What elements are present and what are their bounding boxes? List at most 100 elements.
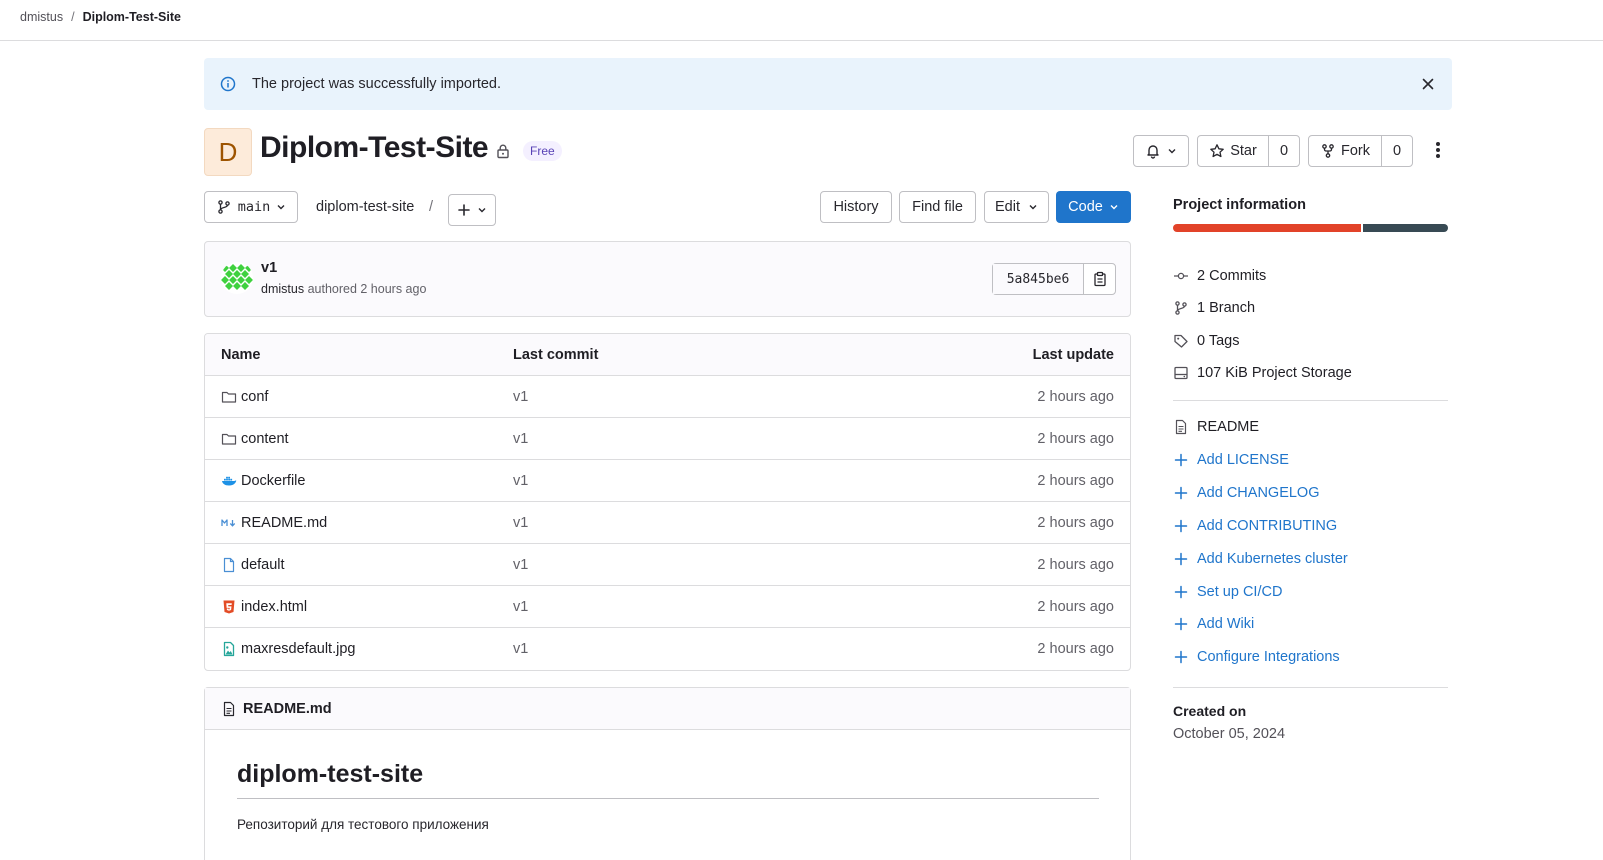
- breadcrumb-separator: /: [71, 10, 75, 24]
- breadcrumb-project[interactable]: Diplom-Test-Site: [83, 10, 181, 24]
- file-name[interactable]: index.html: [241, 599, 307, 615]
- file-name[interactable]: content: [241, 431, 289, 447]
- language-bar[interactable]: [1173, 224, 1448, 232]
- row-update: 2 hours ago: [1037, 430, 1114, 447]
- add-changelog-link[interactable]: Add CHANGELOG: [1173, 485, 1320, 501]
- header-name: Name: [221, 346, 261, 363]
- row-commit[interactable]: v1: [513, 515, 930, 531]
- star-button[interactable]: Star: [1198, 136, 1268, 166]
- branches-link[interactable]: 1 Branch: [1173, 300, 1255, 316]
- readme-filename[interactable]: README.md: [243, 701, 332, 717]
- lock-icon: [497, 144, 509, 159]
- table-row[interactable]: maxresdefault.jpg v1 2 hours ago: [205, 628, 1130, 670]
- commits-link[interactable]: 2 Commits: [1173, 268, 1266, 284]
- history-button[interactable]: History: [820, 191, 892, 223]
- language-bar-segment[interactable]: [1173, 224, 1361, 232]
- table-row[interactable]: content v1 2 hours ago: [205, 418, 1130, 460]
- created-on-label: Created on: [1173, 703, 1247, 719]
- row-commit[interactable]: v1: [513, 641, 930, 657]
- row-name-cell: default: [205, 557, 513, 573]
- fork-label: Fork: [1341, 143, 1370, 159]
- chevron-down-icon: [1110, 205, 1118, 210]
- chevron-down-icon: [478, 208, 486, 213]
- docker-icon: [221, 473, 237, 489]
- commit-icon: [1173, 268, 1189, 284]
- commit-time: authored 2 hours ago: [307, 282, 427, 296]
- plus-icon: [1173, 485, 1189, 501]
- bell-icon: [1147, 145, 1159, 159]
- configure-integrations-label: Configure Integrations: [1197, 649, 1340, 665]
- star-icon: [1210, 144, 1225, 158]
- fork-icon: [1322, 144, 1334, 158]
- fork-button[interactable]: Fork: [1309, 136, 1381, 166]
- more-actions-icon[interactable]: [1430, 140, 1446, 160]
- breadcrumb-owner[interactable]: dmistus: [20, 10, 63, 24]
- file-name[interactable]: default: [241, 557, 285, 573]
- top-bar: dmistus / Diplom-Test-Site: [0, 0, 1603, 41]
- table-row[interactable]: Dockerfile v1 2 hours ago: [205, 460, 1130, 502]
- readme-text: Репозиторий для тестового приложения: [237, 817, 489, 832]
- row-commit[interactable]: v1: [513, 431, 930, 447]
- add-license-link[interactable]: Add LICENSE: [1173, 452, 1289, 468]
- row-update: 2 hours ago: [1037, 514, 1114, 531]
- close-icon[interactable]: [1420, 76, 1436, 92]
- project-avatar[interactable]: D: [204, 128, 252, 176]
- edit-dropdown[interactable]: Edit: [984, 191, 1049, 223]
- row-update: 2 hours ago: [1037, 556, 1114, 573]
- commit-author[interactable]: dmistus: [261, 282, 304, 296]
- plus-icon: [1173, 551, 1189, 567]
- code-label: Code: [1068, 199, 1103, 215]
- table-row[interactable]: conf v1 2 hours ago: [205, 376, 1130, 418]
- row-update: 2 hours ago: [1037, 641, 1114, 657]
- author-avatar[interactable]: [221, 262, 253, 294]
- table-row[interactable]: default v1 2 hours ago: [205, 544, 1130, 586]
- row-update: 2 hours ago: [1037, 388, 1114, 405]
- project-title: Diplom-Test-Site: [260, 131, 489, 164]
- tree-header: Name Last commit Last update: [205, 334, 1130, 376]
- row-commit[interactable]: v1: [513, 389, 930, 405]
- file-name[interactable]: conf: [241, 389, 268, 405]
- file-name[interactable]: README.md: [241, 515, 327, 531]
- tags-link[interactable]: 0 Tags: [1173, 333, 1239, 349]
- file-name[interactable]: maxresdefault.jpg: [241, 641, 355, 657]
- language-bar-segment[interactable]: [1363, 224, 1448, 232]
- readme-divider: [237, 798, 1099, 799]
- row-update: 2 hours ago: [1037, 598, 1114, 615]
- add-contributing-link[interactable]: Add CONTRIBUTING: [1173, 518, 1337, 534]
- branch-selector[interactable]: main: [204, 191, 298, 223]
- header-last-commit: Last commit: [513, 346, 599, 363]
- chevron-down-icon: [1168, 149, 1176, 154]
- readme-heading: diplom-test-site: [237, 760, 424, 788]
- row-name-cell: Dockerfile: [205, 473, 513, 489]
- commit-title[interactable]: v1: [261, 260, 277, 276]
- notification-button[interactable]: [1133, 135, 1189, 167]
- storage-link[interactable]: 107 KiB Project Storage: [1173, 365, 1352, 381]
- code-dropdown[interactable]: Code: [1056, 191, 1131, 223]
- setup-cicd-link[interactable]: Set up CI/CD: [1173, 584, 1282, 600]
- fork-count[interactable]: 0: [1382, 136, 1412, 166]
- star-count[interactable]: 0: [1269, 136, 1299, 166]
- find-file-button[interactable]: Find file: [899, 191, 976, 223]
- document-icon: [223, 701, 235, 716]
- row-commit[interactable]: v1: [513, 473, 930, 489]
- star-label: Star: [1230, 143, 1257, 159]
- table-row[interactable]: README.md v1 2 hours ago: [205, 502, 1130, 544]
- plus-icon: [1173, 518, 1189, 534]
- row-commit[interactable]: v1: [513, 599, 930, 615]
- row-commit[interactable]: v1: [513, 557, 930, 573]
- readme-link[interactable]: README: [1173, 419, 1259, 435]
- add-changelog-label: Add CHANGELOG: [1197, 485, 1320, 501]
- file-name[interactable]: Dockerfile: [241, 473, 305, 489]
- configure-integrations-link[interactable]: Configure Integrations: [1173, 649, 1340, 665]
- commit-meta: dmistus authored 2 hours ago: [261, 282, 426, 296]
- sidebar-divider: [1173, 400, 1448, 401]
- repo-path[interactable]: diplom-test-site: [316, 199, 414, 215]
- add-wiki-link[interactable]: Add Wiki: [1173, 616, 1254, 632]
- add-kubernetes-link[interactable]: Add Kubernetes cluster: [1173, 551, 1348, 567]
- header-divider: [205, 40, 1452, 41]
- add-to-tree-button[interactable]: [448, 194, 496, 226]
- readme-header: README.md: [205, 688, 1130, 730]
- commit-sha[interactable]: 5a845be6: [993, 264, 1083, 294]
- table-row[interactable]: index.html v1 2 hours ago: [205, 586, 1130, 628]
- copy-sha-button[interactable]: [1083, 264, 1115, 294]
